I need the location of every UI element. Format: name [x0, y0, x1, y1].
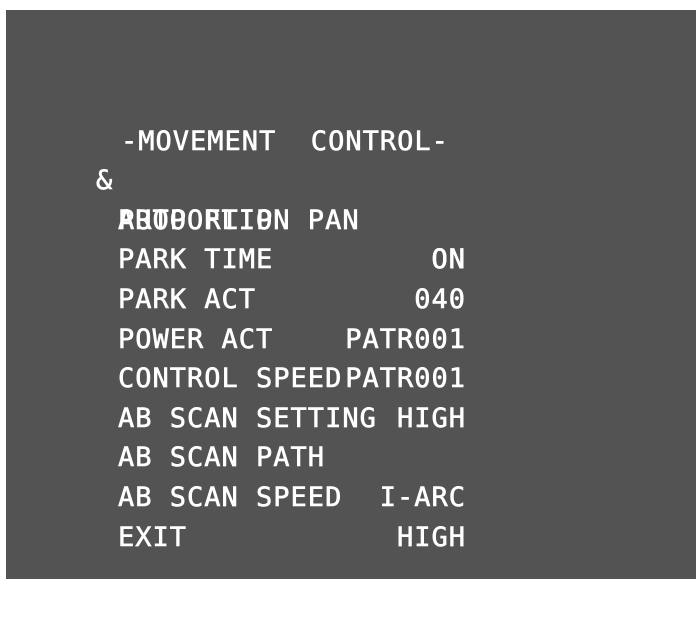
- movement-control-menu: -MOVEMENT CONTROL- & AUTO FLIP ON PROPOR…: [96, 82, 476, 553]
- menu-item-ab-scan-path[interactable]: AB SCAN PATH I-ARC: [96, 399, 476, 513]
- menu-item-exit[interactable]: EXIT: [96, 478, 476, 553]
- menu-item-label: EXIT: [118, 521, 188, 553]
- menu-item-power-act[interactable]: POWER ACT PATR001: [96, 280, 476, 394]
- menu-item-ab-scan-setting[interactable]: AB SCAN SETTING: [96, 359, 476, 434]
- menu-item-ab-scan-speed[interactable]: AB SCAN SPEED HIGH: [96, 438, 476, 553]
- menu-item-value: HIGH: [396, 521, 466, 553]
- menu-title-row: -MOVEMENT CONTROL-: [96, 82, 476, 157]
- menu-item-control-speed[interactable]: CONTROL SPEED HIGH: [96, 320, 476, 434]
- menu-item-proportion-pan[interactable]: PROPORTION PAN ON: [96, 161, 476, 275]
- menu-item-auto-flip[interactable]: & AUTO FLIP ON: [96, 122, 476, 276]
- osd-screen: -MOVEMENT CONTROL- & AUTO FLIP ON PROPOR…: [6, 10, 696, 579]
- menu-item-park-time[interactable]: PARK TIME 040: [96, 201, 476, 315]
- menu-item-park-act[interactable]: PARK ACT PATR001: [96, 240, 476, 355]
